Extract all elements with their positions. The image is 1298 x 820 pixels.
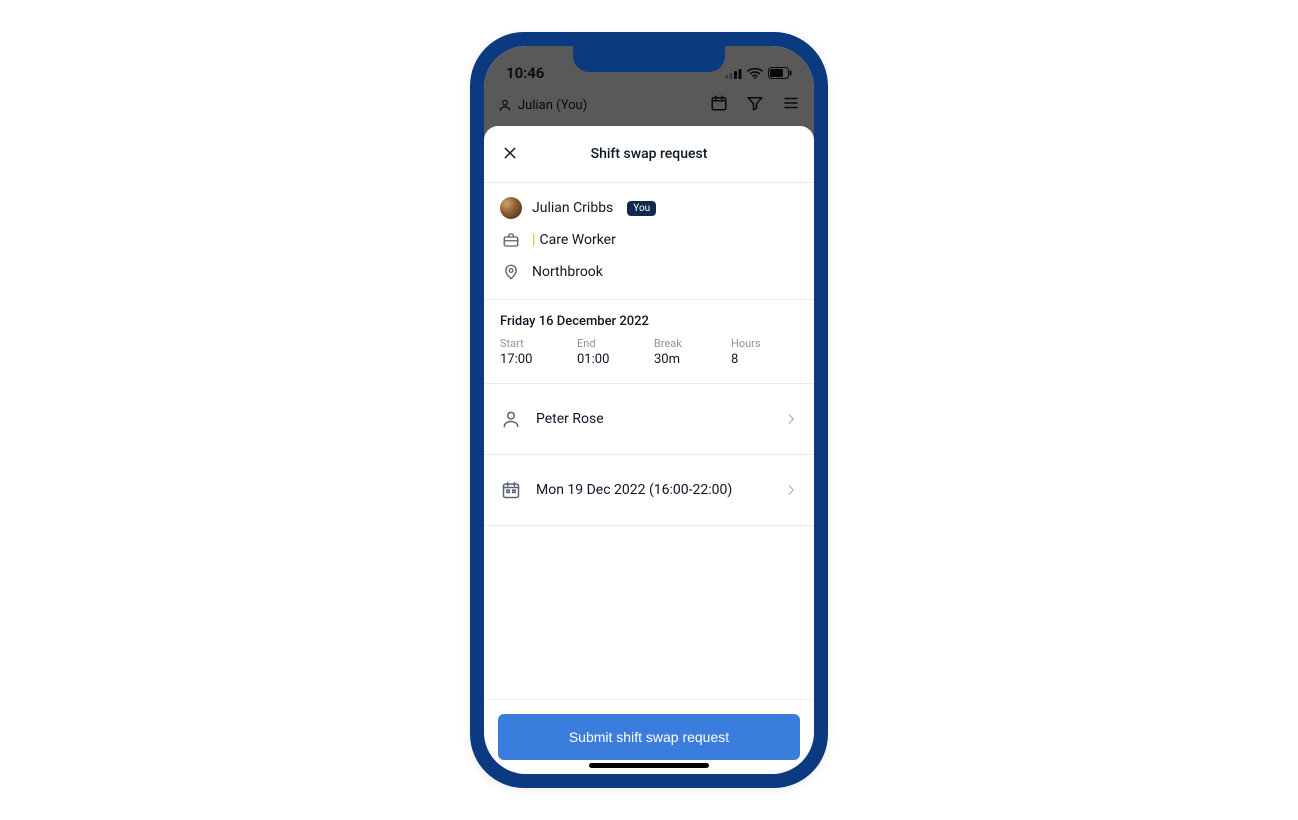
- shift-swap-sheet: Shift swap request Julian Cribbs You: [484, 126, 814, 774]
- swap-with-name: Peter Rose: [536, 411, 604, 427]
- sheet-header: Shift swap request: [484, 126, 814, 183]
- start-value: 17:00: [500, 352, 567, 367]
- close-icon: [502, 145, 518, 164]
- calendar-icon: [500, 479, 522, 501]
- swap-with-row[interactable]: Peter Rose: [484, 384, 814, 455]
- location-pin-icon: [500, 261, 522, 283]
- requester-location-row: Northbrook: [500, 261, 798, 283]
- end-value: 01:00: [577, 352, 644, 367]
- chevron-right-icon: [784, 483, 798, 497]
- briefcase-icon: [500, 229, 522, 251]
- notch: [573, 46, 725, 72]
- shift-date: Friday 16 December 2022: [500, 314, 798, 329]
- sheet-body: Julian Cribbs You |Care Worker: [484, 183, 814, 699]
- requester-name: Julian Cribbs: [532, 200, 613, 216]
- chevron-right-icon: [784, 412, 798, 426]
- requester-role: |Care Worker: [532, 232, 616, 248]
- shift-time-grid: Start 17:00 End 01:00 Break 30m: [500, 337, 798, 367]
- sheet-title: Shift swap request: [591, 146, 708, 162]
- close-button[interactable]: [498, 142, 522, 166]
- break-label: Break: [654, 337, 721, 350]
- you-badge: You: [627, 201, 656, 216]
- break-value: 30m: [654, 352, 721, 367]
- requester-section: Julian Cribbs You |Care Worker: [484, 183, 814, 300]
- person-icon: [500, 408, 522, 430]
- swap-shift-label: Mon 19 Dec 2022 (16:00-22:00): [536, 482, 732, 498]
- phone-frame: 10:46: [470, 32, 828, 788]
- start-label: Start: [500, 337, 567, 350]
- home-indicator: [589, 763, 709, 768]
- submit-button[interactable]: Submit shift swap request: [498, 714, 800, 760]
- requester-location: Northbrook: [532, 264, 603, 280]
- requester-role-row: |Care Worker: [500, 229, 798, 251]
- avatar: [500, 197, 522, 219]
- phone-screen: 10:46: [484, 46, 814, 774]
- shift-details-section: Friday 16 December 2022 Start 17:00 End …: [484, 300, 814, 384]
- swap-shift-row[interactable]: Mon 19 Dec 2022 (16:00-22:00): [484, 455, 814, 526]
- requester-name-row: Julian Cribbs You: [500, 197, 798, 219]
- hours-label: Hours: [731, 337, 798, 350]
- end-label: End: [577, 337, 644, 350]
- hours-value: 8: [731, 352, 798, 367]
